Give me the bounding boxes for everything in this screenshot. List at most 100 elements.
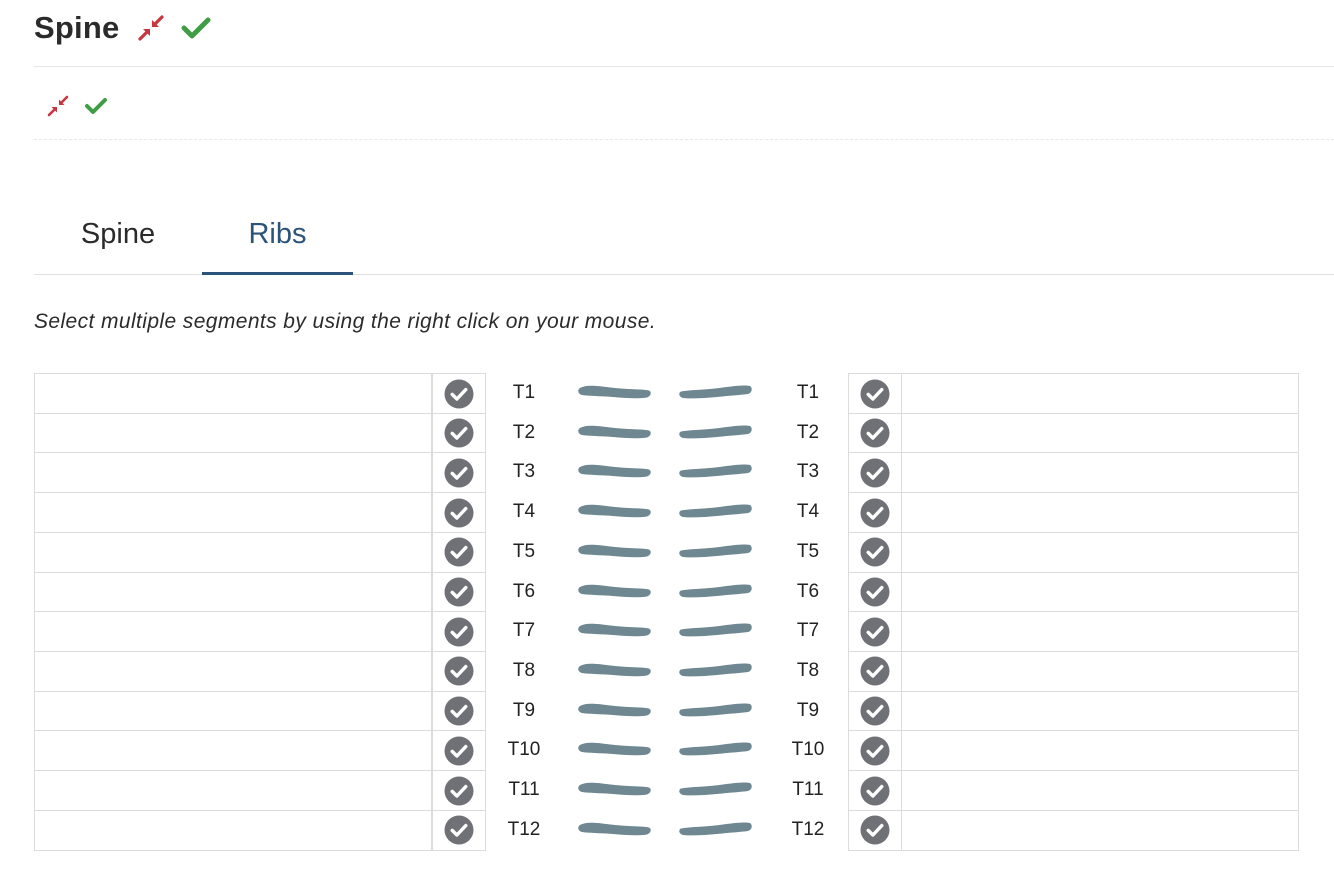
right-rib-check-button[interactable]	[848, 770, 902, 810]
right-rib-comment-cell[interactable]	[900, 650, 1299, 691]
tab-ribs[interactable]: Ribs	[202, 196, 353, 275]
right-rib-check-button[interactable]	[848, 690, 902, 731]
circle-check-icon	[444, 458, 474, 488]
left-rib-check-button[interactable]	[431, 452, 486, 493]
right-rib-shape[interactable]	[677, 381, 753, 405]
left-rib-check-button[interactable]	[431, 492, 486, 533]
left-rib-check-button[interactable]	[431, 373, 486, 413]
left-rib-shape[interactable]	[577, 540, 653, 564]
left-rib-comment-cell[interactable]	[34, 412, 433, 453]
circle-check-icon	[860, 656, 890, 686]
circle-check-icon	[444, 696, 474, 726]
rib-row: T10 T10	[34, 730, 1300, 771]
right-rib-comment-cell[interactable]	[900, 452, 1299, 493]
tab-spine[interactable]: Spine	[34, 196, 202, 272]
left-rib-shape[interactable]	[577, 460, 653, 484]
circle-check-icon	[860, 776, 890, 806]
left-rib-check-button[interactable]	[431, 611, 486, 652]
right-rib-label: T4	[796, 501, 820, 523]
right-rib-comment-cell[interactable]	[900, 770, 1299, 810]
right-rib-check-button[interactable]	[848, 730, 902, 771]
left-rib-shape[interactable]	[577, 818, 653, 842]
left-rib-shape[interactable]	[577, 500, 653, 524]
right-rib-shape[interactable]	[677, 778, 753, 802]
sub-toolbar	[46, 94, 108, 118]
left-rib-check-button[interactable]	[431, 809, 486, 851]
left-rib-comment-cell[interactable]	[34, 611, 433, 652]
left-rib-comment-cell[interactable]	[34, 492, 433, 533]
right-rib-shape[interactable]	[677, 580, 753, 604]
left-rib-shape[interactable]	[577, 381, 653, 405]
left-rib-comment-cell[interactable]	[34, 650, 433, 691]
left-rib-comment-cell[interactable]	[34, 770, 433, 810]
right-rib-comment-cell[interactable]	[900, 373, 1299, 413]
left-rib-comment-cell[interactable]	[34, 373, 433, 413]
left-rib-comment-cell[interactable]	[34, 690, 433, 731]
left-rib-check-button[interactable]	[431, 571, 486, 612]
left-rib-comment-cell[interactable]	[34, 452, 433, 493]
right-rib-shape[interactable]	[677, 699, 753, 723]
right-rib-check-button[interactable]	[848, 650, 902, 691]
page-title: Spine	[34, 10, 120, 45]
left-rib-shape[interactable]	[577, 580, 653, 604]
rib-row: T9 T9	[34, 690, 1300, 731]
left-rib-shape[interactable]	[577, 738, 653, 762]
circle-check-icon	[860, 418, 890, 448]
right-rib-comment-cell[interactable]	[900, 690, 1299, 731]
right-rib-check-button[interactable]	[848, 531, 902, 572]
left-rib-shape[interactable]	[577, 421, 653, 445]
right-rib-shape[interactable]	[677, 818, 753, 842]
right-rib-comment-cell[interactable]	[900, 492, 1299, 533]
checkmark-icon[interactable]	[84, 94, 108, 118]
right-rib-check-button[interactable]	[848, 373, 902, 413]
right-rib-check-button[interactable]	[848, 571, 902, 612]
right-rib-comment-cell[interactable]	[900, 611, 1299, 652]
right-rib-shape[interactable]	[677, 540, 753, 564]
right-rib-comment-cell[interactable]	[900, 412, 1299, 453]
collapse-arrows-icon[interactable]	[46, 94, 70, 118]
left-rib-check-button[interactable]	[431, 650, 486, 691]
left-rib-check-button[interactable]	[431, 690, 486, 731]
right-rib-check-button[interactable]	[848, 492, 902, 533]
right-rib-label: T3	[796, 461, 820, 483]
right-rib-check-button[interactable]	[848, 412, 902, 453]
checkmark-icon[interactable]	[181, 13, 211, 43]
left-rib-check-button[interactable]	[431, 531, 486, 572]
right-rib-shape[interactable]	[677, 738, 753, 762]
left-rib-check-button[interactable]	[431, 770, 486, 810]
left-rib-label: T5	[512, 540, 536, 562]
circle-check-icon	[444, 617, 474, 647]
left-rib-label: T3	[512, 461, 536, 483]
left-rib-comment-cell[interactable]	[34, 730, 433, 771]
collapse-arrows-icon[interactable]	[135, 12, 167, 44]
right-rib-shape[interactable]	[677, 659, 753, 683]
left-rib-comment-cell[interactable]	[34, 809, 433, 851]
circle-check-icon	[860, 815, 890, 845]
left-rib-shape[interactable]	[577, 659, 653, 683]
left-rib-label: T12	[507, 818, 541, 840]
right-rib-comment-cell[interactable]	[900, 571, 1299, 612]
left-rib-check-button[interactable]	[431, 412, 486, 453]
right-rib-shape[interactable]	[677, 460, 753, 484]
right-rib-comment-cell[interactable]	[900, 730, 1299, 771]
left-rib-shape[interactable]	[577, 778, 653, 802]
right-rib-shape[interactable]	[677, 421, 753, 445]
rib-row: T1 T1	[34, 373, 1300, 413]
right-rib-comment-cell[interactable]	[900, 531, 1299, 572]
circle-check-icon	[444, 656, 474, 686]
left-rib-comment-cell[interactable]	[34, 531, 433, 572]
right-rib-check-button[interactable]	[848, 452, 902, 493]
right-rib-shape[interactable]	[677, 619, 753, 643]
right-rib-check-button[interactable]	[848, 809, 902, 851]
left-rib-shape[interactable]	[577, 699, 653, 723]
left-rib-shape[interactable]	[577, 619, 653, 643]
left-rib-label: T8	[512, 659, 536, 681]
left-rib-comment-cell[interactable]	[34, 571, 433, 612]
right-rib-comment-cell[interactable]	[900, 809, 1299, 851]
left-rib-label: T11	[508, 779, 540, 800]
right-rib-shape[interactable]	[677, 500, 753, 524]
right-rib-check-button[interactable]	[848, 611, 902, 652]
right-rib-label: T8	[796, 659, 820, 681]
left-rib-check-button[interactable]	[431, 730, 486, 771]
rib-row: T11 T11	[34, 770, 1300, 810]
